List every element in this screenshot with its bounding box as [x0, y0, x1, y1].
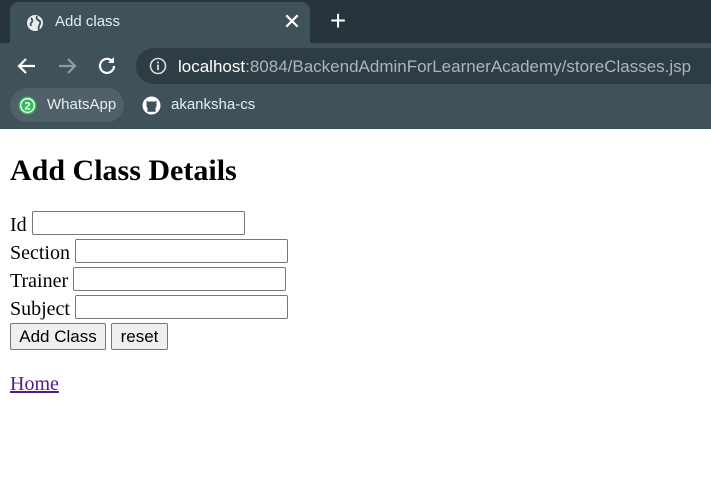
section-input[interactable]: [75, 239, 288, 263]
trainer-field-row: Trainer: [10, 267, 286, 293]
site-info-icon[interactable]: [149, 57, 167, 75]
new-tab-button[interactable]: +: [326, 7, 350, 35]
id-field-row: Id: [10, 211, 245, 237]
tab-title: Add class: [55, 13, 121, 30]
reset-button[interactable]: reset: [111, 323, 168, 350]
reload-icon[interactable]: [95, 54, 119, 78]
tab-strip: Add class ✕ +: [0, 0, 711, 43]
page-title: Add Class Details: [10, 154, 237, 187]
github-icon: [142, 96, 161, 115]
section-field-row: Section: [10, 239, 288, 265]
bookmark-label: akanksha-cs: [171, 96, 256, 113]
url-host: localhost: [178, 57, 246, 76]
home-link[interactable]: Home: [10, 373, 59, 396]
url-path: :8084/BackendAdminForLearnerAcademy/stor…: [245, 57, 692, 76]
id-label: Id: [10, 214, 27, 236]
url-text[interactable]: localhost:8084/BackendAdminForLearnerAca…: [178, 57, 691, 77]
close-tab-icon[interactable]: ✕: [282, 11, 302, 33]
trainer-label: Trainer: [10, 270, 69, 292]
whatsapp-icon: 2: [18, 96, 37, 115]
address-bar[interactable]: localhost:8084/BackendAdminForLearnerAca…: [136, 48, 711, 84]
subject-input[interactable]: [75, 295, 288, 319]
id-input[interactable]: [32, 211, 245, 235]
active-tab[interactable]: Add class ✕: [10, 2, 310, 43]
trainer-input[interactable]: [73, 267, 286, 291]
section-label: Section: [10, 242, 70, 264]
bookmark-whatsapp[interactable]: 2 WhatsApp: [10, 88, 124, 122]
browser-toolbar: localhost:8084/BackendAdminForLearnerAca…: [0, 43, 711, 129]
bookmark-github[interactable]: akanksha-cs: [134, 88, 264, 122]
bookmark-label: WhatsApp: [47, 96, 117, 113]
add-class-button[interactable]: Add Class: [10, 323, 106, 350]
back-icon[interactable]: [15, 54, 39, 78]
subject-field-row: Subject: [10, 295, 288, 321]
subject-label: Subject: [10, 298, 70, 320]
forward-icon[interactable]: [55, 54, 79, 78]
globe-icon: [27, 15, 43, 31]
whatsapp-badge: 2: [24, 100, 30, 112]
